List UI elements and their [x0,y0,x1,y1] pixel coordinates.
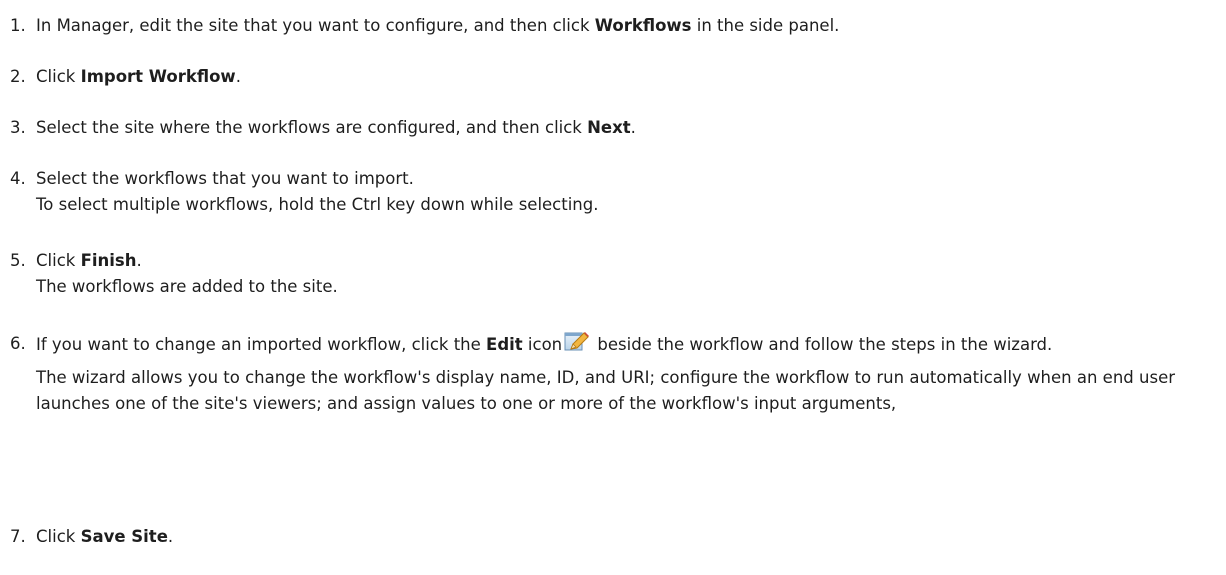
step-note: The wizard allows you to change the work… [36,368,1175,413]
step-instruction: Select the site where the workflows are … [36,118,636,137]
ui-term: Next [587,118,631,137]
step-text: Select the workflows that you want to im… [36,166,1211,218]
step-text: Click Import Workflow. [36,64,1211,90]
step-note: The workflows are added to the site. [36,277,338,296]
step-text: In Manager, edit the site that you want … [36,13,1211,39]
ui-term: Save Site [80,527,168,546]
step-text: Click Finish. The workflows are added to… [36,248,1211,300]
ui-term: Finish [80,251,137,270]
step-instruction: Click Finish. [36,251,142,270]
edit-pencil-icon [564,331,590,353]
step-instruction: Select the workflows that you want to im… [36,169,414,188]
step-note: To select multiple workflows, hold the C… [36,195,599,214]
step-instruction: If you want to change an imported workfl… [36,331,1211,358]
ui-term: Import Workflow [80,67,236,86]
ui-term: Workflows [594,16,692,35]
step-text: If you want to change an imported workfl… [36,331,1211,417]
step-instruction: Click Import Workflow. [36,67,241,86]
ui-term: Edit [486,335,523,354]
step-text: Click Save Site. [36,524,1211,550]
step-text: Select the site where the workflows are … [36,115,1211,141]
step-instruction: In Manager, edit the site that you want … [36,16,840,35]
step-instruction: Click Save Site. [36,527,174,546]
